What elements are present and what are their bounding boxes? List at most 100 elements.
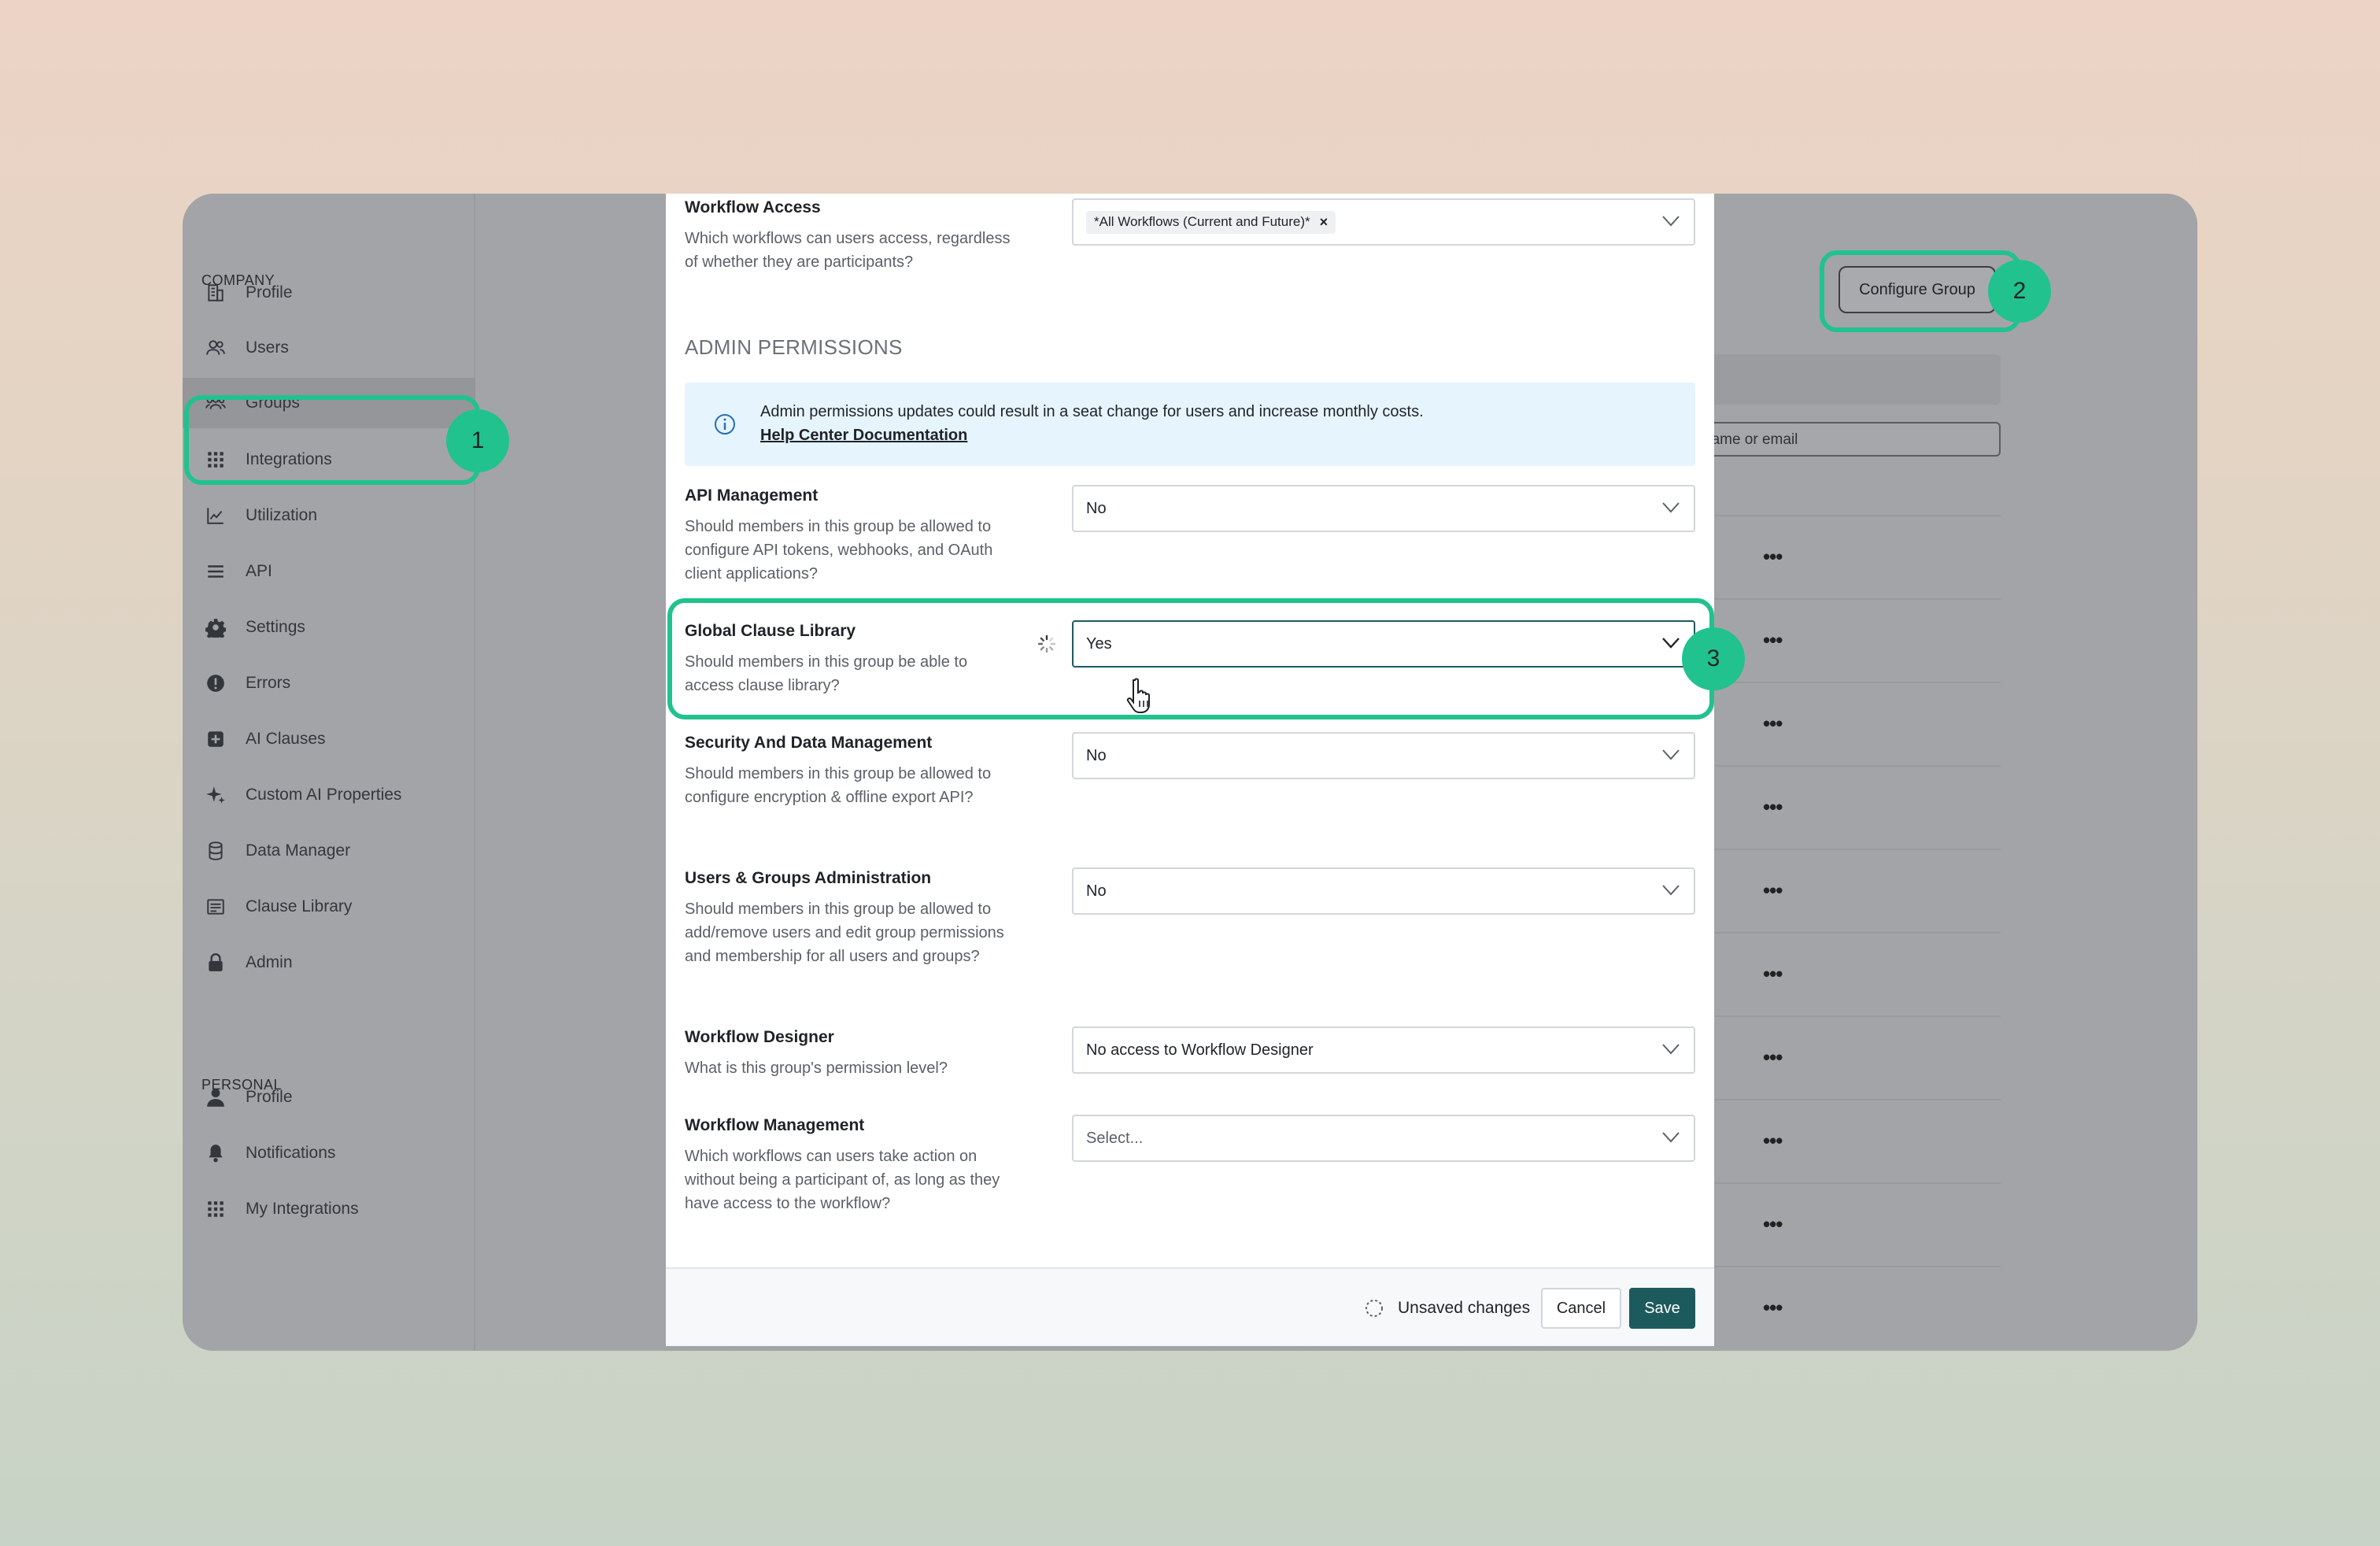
sidebar-item-api[interactable]: API [183,546,475,597]
security-data-management-description: Should members in this group be allowed … [685,765,992,806]
table-row-divider [1709,515,2001,516]
chevron-down-icon [1662,216,1680,227]
document-icon [205,896,227,918]
table-row-divider [1709,932,2001,934]
alert-icon [205,672,227,694]
table-row-divider [1709,1099,2001,1100]
table-row-divider [1709,765,2001,767]
sidebar-item-personal-profile[interactable]: Profile [183,1072,475,1123]
sidebar-item-users[interactable]: Users [183,323,475,373]
users-groups-admin-description: Should members in this group be allowed … [685,901,1004,965]
workflow-management-select[interactable]: Select... [1072,1115,1695,1162]
group-permissions-modal: Workflow Access Which workflows can user… [666,194,1714,1346]
sidebar-item-ai-clauses[interactable]: AI Clauses [183,714,475,764]
sidebar-item-clause-library[interactable]: Clause Library [183,882,475,932]
users-groups-admin-title: Users & Groups Administration [685,869,932,887]
workflow-access-select[interactable]: *All Workflows (Current and Future)* × [1072,198,1695,246]
hand-pointer-icon [1126,678,1150,713]
table-row-divider [1709,1015,2001,1017]
help-center-link[interactable]: Help Center Documentation [760,427,967,445]
info-icon [715,414,735,435]
sidebar-item-admin[interactable]: Admin [183,938,475,988]
workflow-designer-select[interactable]: No access to Workflow Designer [1072,1026,1695,1074]
sidebar-item-data-manager[interactable]: Data Manager [183,826,475,876]
chevron-down-icon [1662,885,1680,896]
plus-square-icon [205,728,227,750]
unsaved-spinner-icon [1366,1300,1383,1317]
sidebar-item-label: Admin [246,953,293,971]
row-more-icon[interactable]: ••• [1763,1130,1783,1151]
sidebar-item-label: Settings [246,618,305,636]
tag-label: *All Workflows (Current and Future)* [1094,214,1310,229]
workflow-designer-title: Workflow Designer [685,1028,834,1046]
row-more-icon[interactable]: ••• [1763,1214,1783,1234]
sidebar-item-errors[interactable]: Errors [183,658,475,708]
save-button[interactable]: Save [1629,1288,1695,1329]
gear-icon [205,616,227,638]
sidebar-item-label: Errors [246,674,291,692]
lock-icon [205,952,227,974]
grid-icon [205,1198,227,1220]
database-icon [205,840,227,862]
sidebar-item-settings[interactable]: Settings [183,602,475,653]
modal-footer: Unsaved changes Cancel Save [666,1267,1714,1346]
step-badge-1: 1 [446,409,509,472]
chevron-down-icon [1662,1132,1680,1143]
security-data-management-select[interactable]: No [1072,732,1695,779]
row-more-icon[interactable]: ••• [1763,546,1783,567]
workflow-management-description: Which workflows can users take action on… [685,1148,1000,1212]
row-more-icon[interactable]: ••• [1763,963,1783,984]
member-search-input[interactable]: name or email [1694,422,2001,457]
cancel-button[interactable]: Cancel [1541,1288,1621,1329]
sidebar-item-label: Utilization [246,506,318,524]
chevron-down-icon [1662,1044,1680,1055]
seat-change-info-banner: Admin permissions updates could result i… [685,383,1695,466]
sidebar-item-profile[interactable]: Profile [183,268,475,318]
sidebar-item-label: AI Clauses [246,730,326,748]
sidebar-item-my-integrations[interactable]: My Integrations [183,1184,475,1234]
sidebar-item-label: Profile [246,1088,293,1106]
workflow-access-description: Which workflows can users access, regard… [685,230,1011,271]
select-value: No access to Workflow Designer [1086,1041,1314,1059]
select-value: No [1086,499,1107,517]
chevron-down-icon [1662,502,1680,513]
sidebar-item-custom-ai-properties[interactable]: Custom AI Properties [183,770,475,820]
person-icon [205,1086,227,1108]
table-row-divider [1709,682,2001,683]
row-more-icon[interactable]: ••• [1763,713,1783,734]
row-more-icon[interactable]: ••• [1763,1297,1783,1318]
sidebar-item-label: Custom AI Properties [246,786,402,804]
table-row-divider [1709,1266,2001,1267]
select-placeholder: Select... [1086,1129,1144,1147]
sidebar-item-label: Notifications [246,1144,336,1162]
table-row-divider [1709,598,2001,600]
sidebar-item-label: Data Manager [246,841,351,860]
highlight-global-clause-library [667,598,1714,719]
row-more-icon[interactable]: ••• [1763,797,1783,817]
row-more-icon[interactable]: ••• [1763,630,1783,650]
chevron-down-icon [1662,749,1680,760]
sidebar-item-notifications[interactable]: Notifications [183,1128,475,1178]
row-more-icon[interactable]: ••• [1763,880,1783,901]
row-more-icon[interactable]: ••• [1763,1047,1783,1067]
step-badge-3: 3 [1682,627,1745,690]
select-value: No [1086,746,1107,764]
security-data-management-title: Security And Data Management [685,734,933,752]
users-groups-admin-select[interactable]: No [1072,867,1695,915]
api-management-select[interactable]: No [1072,485,1695,532]
admin-permissions-heading: ADMIN PERMISSIONS [685,335,903,359]
settings-sidebar: COMPANY Profile Users Groups Integration… [183,194,475,1351]
sidebar-item-utilization[interactable]: Utilization [183,490,475,541]
unsaved-changes-status: Unsaved changes [1398,1299,1531,1317]
list-icon [205,560,227,583]
sidebar-item-label: Users [246,338,289,357]
chart-icon [205,505,227,527]
bell-icon [205,1142,227,1164]
sidebar-item-label: My Integrations [246,1200,359,1218]
api-management-title: API Management [685,486,819,505]
tag-remove-icon[interactable]: × [1320,214,1329,231]
building-icon [205,282,227,304]
workflow-designer-description: What is this group's permission level? [685,1060,948,1077]
api-management-description: Should members in this group be allowed … [685,518,993,583]
workflow-access-tag: *All Workflows (Current and Future)* × [1086,210,1336,234]
